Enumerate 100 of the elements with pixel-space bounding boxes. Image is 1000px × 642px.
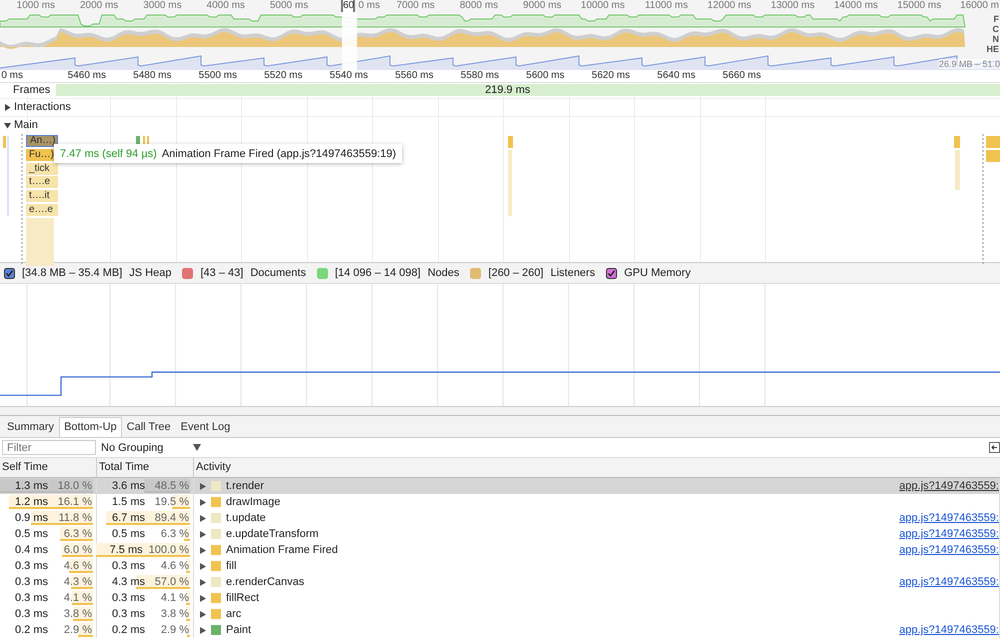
table-cell: 1.2 ms: [14, 496, 48, 508]
table-cell-text: 3.8 %: [62, 608, 92, 620]
column-header[interactable]: Total Time: [97, 458, 194, 477]
column-header[interactable]: Self Time: [0, 458, 97, 477]
overview-tick-label: 4000 ms: [206, 0, 245, 12]
expand-arrow-icon[interactable]: [200, 610, 206, 618]
table-row[interactable]: 0.9 ms 11.8 % 6.7 ms 89.4 % t.update app.js?1497463559:: [0, 510, 1000, 526]
table-row[interactable]: 1.2 ms 16.1 % 1.5 ms 19.5 % drawImage: [0, 494, 1000, 510]
source-link[interactable]: app.js?1497463559:: [899, 544, 999, 556]
table-cell: 0.3 ms: [112, 560, 145, 572]
table-cell: 0.2 ms: [14, 624, 48, 636]
activity-name: fill: [226, 560, 236, 572]
expand-arrow-icon[interactable]: [200, 546, 206, 554]
column-header[interactable]: Activity: [194, 458, 1000, 477]
table-row[interactable]: 0.5 ms 6.3 % 0.5 ms 6.3 % e.updateTransform app.js?1497463559:: [0, 526, 1000, 542]
counter-label: Documents: [250, 267, 306, 279]
source-link[interactable]: app.js?1497463559:: [899, 480, 999, 492]
frames-label: Frames: [3, 84, 56, 96]
expand-arrow-icon[interactable]: [4, 122, 11, 129]
arrow-box-icon[interactable]: [989, 442, 1000, 453]
overview-tick-label: 5000 ms: [270, 0, 308, 12]
counter-label: GPU Memory: [624, 267, 691, 279]
table-cell-text: 4.3 %: [62, 576, 92, 588]
activity-name: fillRect: [226, 592, 260, 604]
ruler-tick-label: 5560 ms: [395, 70, 434, 82]
table-cell-text: 18.0 %: [56, 480, 92, 492]
grouping-dropdown[interactable]: No Grouping: [96, 440, 201, 455]
overview-tick-label: 1000 ms: [16, 0, 55, 12]
flame-block[interactable]: t….it: [26, 190, 58, 202]
expand-arrow-icon[interactable]: [200, 530, 206, 538]
expand-arrow-icon[interactable]: [200, 578, 206, 586]
overview-tick-label: 13000 ms: [770, 0, 815, 12]
expand-arrow-icon[interactable]: [200, 626, 206, 634]
table-cell: 0.3 ms: [112, 592, 145, 604]
counter-checkbox[interactable]: [4, 268, 15, 278]
table-cell: 0.3 ms: [14, 592, 48, 604]
ruler-tick-label: 0 ms: [1, 70, 23, 82]
flame-block[interactable]: An…): [26, 135, 58, 147]
panel-tab[interactable]: Call Tree: [122, 417, 176, 437]
table-cell-text: 11.8 %: [58, 512, 92, 524]
frame-duration: 219.9 ms: [485, 84, 530, 96]
counter-label: Listeners: [550, 267, 596, 279]
table-cell: 0.3 ms: [14, 608, 48, 620]
table-cell-text: 4.1 %: [62, 592, 92, 604]
counter-checkbox[interactable]: [182, 268, 194, 278]
expand-arrow-icon[interactable]: [200, 562, 206, 570]
expand-arrow-icon[interactable]: [200, 594, 206, 602]
overview-tick-label: 9000 ms: [523, 0, 562, 12]
ruler-tick-label: 5540 ms: [330, 70, 368, 82]
expand-arrow-icon[interactable]: [200, 514, 206, 522]
table-cell-text: 6.3 %: [62, 528, 92, 540]
source-link[interactable]: app.js?1497463559:: [899, 512, 999, 524]
table-cell-text: 57.0 %: [154, 576, 189, 588]
table-cell-text: 2.9 %: [62, 624, 92, 636]
table-cell: 1.5 ms: [112, 496, 145, 508]
activity-name: t.render: [226, 480, 264, 492]
expand-arrow-icon[interactable]: [200, 498, 206, 506]
table-row[interactable]: 0.3 ms 4.1 % 0.3 ms 4.1 % fillRect: [0, 590, 1000, 606]
counter-checkbox[interactable]: [606, 268, 618, 278]
overview-tick-label: 11000 ms: [644, 0, 688, 12]
overview-track-label: N: [992, 34, 1000, 44]
panel-tab[interactable]: Bottom-Up: [59, 417, 122, 437]
table-row[interactable]: 0.4 ms 6.0 % 7.5 ms 100.0 % Animation Frame Fired app.js?1497463559:: [0, 542, 1000, 558]
counter-range: [14 096 – 14 098]: [334, 267, 421, 279]
table-cell-text: 6.0 %: [62, 544, 92, 556]
track-label[interactable]: Interactions: [14, 101, 71, 114]
heap-range-label: 26.9 MB – 51.0: [938, 59, 1000, 69]
overview-tick-label: 15000 ms: [897, 0, 942, 12]
expand-arrow-icon[interactable]: [4, 104, 11, 111]
counter-range: [260 – 260]: [488, 267, 544, 279]
overview-tick-label: 14000 ms: [834, 0, 878, 12]
table-row[interactable]: 0.3 ms 4.3 % 4.3 ms 57.0 % e.renderCanvas app.js?1497463559:: [0, 574, 1000, 590]
panel-tab[interactable]: Event Log: [176, 417, 236, 437]
panel-tab[interactable]: Summary: [2, 417, 60, 437]
table-row[interactable]: 0.2 ms 2.9 % 0.2 ms 2.9 % Paint app.js?1497463559:: [0, 622, 1000, 638]
flame-block[interactable]: _tick: [26, 162, 58, 175]
counter-label: Nodes: [428, 267, 460, 279]
table-cell: 0.9 ms: [14, 512, 48, 524]
table-cell: 1.3 ms: [14, 480, 48, 492]
table-cell-text: 4.1 %: [160, 592, 189, 604]
ruler-tick-label: 5480 ms: [133, 70, 172, 82]
overview-tick-label: 3000 ms: [143, 0, 182, 12]
track-label[interactable]: Main: [14, 119, 38, 132]
source-link[interactable]: app.js?1497463559:: [899, 576, 999, 588]
expand-arrow-icon[interactable]: [200, 482, 206, 490]
flame-block[interactable]: e….e: [26, 204, 58, 216]
overview-tick-label: 10000 ms: [580, 0, 625, 12]
flame-block[interactable]: t….e: [26, 176, 58, 188]
overview-tick-label: 7000 ms: [396, 0, 435, 12]
ruler-tick-label: 5600 ms: [526, 70, 564, 82]
activity-name: arc: [226, 608, 242, 620]
source-link[interactable]: app.js?1497463559:: [899, 624, 999, 636]
source-link[interactable]: app.js?1497463559:: [899, 528, 999, 540]
counter-checkbox[interactable]: [470, 268, 482, 278]
overview-tick-label: 8000 ms: [460, 0, 498, 12]
table-cell-text: 4.6 %: [62, 560, 92, 572]
selected-table-row[interactable]: 1.3 ms 18.0 % 3.6 ms 48.5 % t.render app.js?1497463559:: [0, 478, 1000, 494]
table-row[interactable]: 0.3 ms 3.8 % 0.3 ms 3.8 % arc: [0, 606, 1000, 622]
table-row[interactable]: 0.3 ms 4.6 % 0.3 ms 4.6 % fill: [0, 558, 1000, 574]
filter-field[interactable]: Filter: [2, 440, 96, 455]
